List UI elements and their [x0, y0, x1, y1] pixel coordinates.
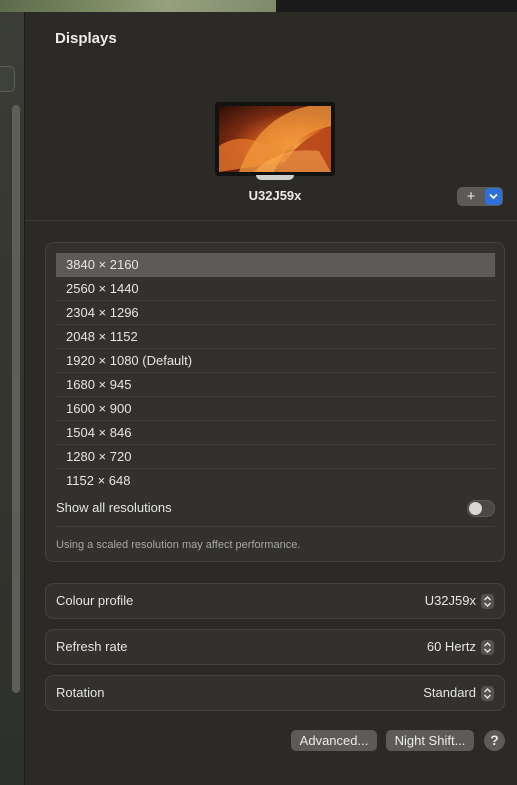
- show-all-resolutions-toggle[interactable]: [467, 500, 495, 517]
- performance-note: Using a scaled resolution may affect per…: [56, 539, 301, 551]
- night-shift-button[interactable]: Night Shift...: [386, 730, 474, 751]
- resolution-item[interactable]: 2048 × 1152: [56, 325, 495, 349]
- sidebar-scrollbar[interactable]: [12, 105, 20, 693]
- resolution-label: 1600 × 900: [66, 401, 132, 416]
- resolution-item[interactable]: 2304 × 1296: [56, 301, 495, 325]
- colour-profile-row[interactable]: Colour profile U32J59x: [45, 583, 505, 619]
- toggle-knob: [469, 502, 482, 515]
- background-window-strip: [0, 0, 276, 12]
- divider: [56, 526, 495, 527]
- resolution-label: 1280 × 720: [66, 449, 132, 464]
- divider: [25, 220, 517, 221]
- resolution-item[interactable]: 2560 × 1440: [56, 277, 495, 301]
- resolution-item[interactable]: 1504 × 846: [56, 421, 495, 445]
- resolution-label: 2048 × 1152: [66, 329, 138, 344]
- monitor-stand-icon: [256, 175, 294, 180]
- resolution-label: 1504 × 846: [66, 425, 132, 440]
- refresh-rate-row[interactable]: Refresh rate 60 Hertz: [45, 629, 505, 665]
- advanced-button[interactable]: Advanced...: [291, 730, 377, 751]
- background-window-dark: [276, 0, 517, 12]
- colour-profile-label: Colour profile: [56, 593, 134, 608]
- resolution-label: 1920 × 1080 (Default): [66, 353, 193, 368]
- page-title: Displays: [55, 30, 117, 47]
- show-all-resolutions-row: Show all resolutions: [56, 497, 495, 519]
- resolution-label: 2304 × 1296: [66, 305, 139, 320]
- display-thumbnail[interactable]: [215, 102, 335, 176]
- up-down-chevron-icon[interactable]: [481, 640, 494, 655]
- resolution-item[interactable]: 1920 × 1080 (Default): [56, 349, 495, 373]
- resolution-item[interactable]: 1680 × 945: [56, 373, 495, 397]
- resolution-item[interactable]: 1280 × 720: [56, 445, 495, 469]
- display-name: U32J59x: [248, 188, 302, 203]
- resolution-label: 1152 × 648: [66, 473, 131, 488]
- add-display-popup[interactable]: +: [457, 187, 503, 206]
- wallpaper-preview: [219, 106, 331, 172]
- resolution-label: 1680 × 945: [66, 377, 132, 392]
- rotation-row[interactable]: Rotation Standard: [45, 675, 505, 711]
- resolution-item[interactable]: 3840 × 2160: [56, 253, 495, 277]
- up-down-chevron-icon[interactable]: [481, 594, 494, 609]
- rotation-value[interactable]: Standard: [423, 676, 476, 710]
- resolution-item[interactable]: 1600 × 900: [56, 397, 495, 421]
- plus-icon: +: [466, 188, 476, 205]
- help-button[interactable]: ?: [484, 730, 505, 751]
- chevron-down-icon: [485, 188, 502, 205]
- resolution-list: 3840 × 2160 2560 × 1440 2304 × 1296 2048…: [56, 253, 495, 492]
- show-all-resolutions-label: Show all resolutions: [56, 500, 172, 515]
- rotation-label: Rotation: [56, 685, 105, 700]
- refresh-rate-label: Refresh rate: [56, 639, 128, 654]
- sidebar-search-field[interactable]: [0, 66, 15, 92]
- resolution-item[interactable]: 1152 × 648: [56, 469, 495, 492]
- resolution-label: 2560 × 1440: [66, 281, 139, 296]
- up-down-chevron-icon[interactable]: [481, 686, 494, 701]
- resolution-box: 3840 × 2160 2560 × 1440 2304 × 1296 2048…: [45, 242, 505, 562]
- resolution-label: 3840 × 2160: [66, 257, 139, 272]
- displays-panel: Displays U32J59x + 3840 × 2160 2560 × 14…: [24, 12, 517, 785]
- colour-profile-value[interactable]: U32J59x: [425, 584, 476, 618]
- refresh-rate-value[interactable]: 60 Hertz: [427, 630, 476, 664]
